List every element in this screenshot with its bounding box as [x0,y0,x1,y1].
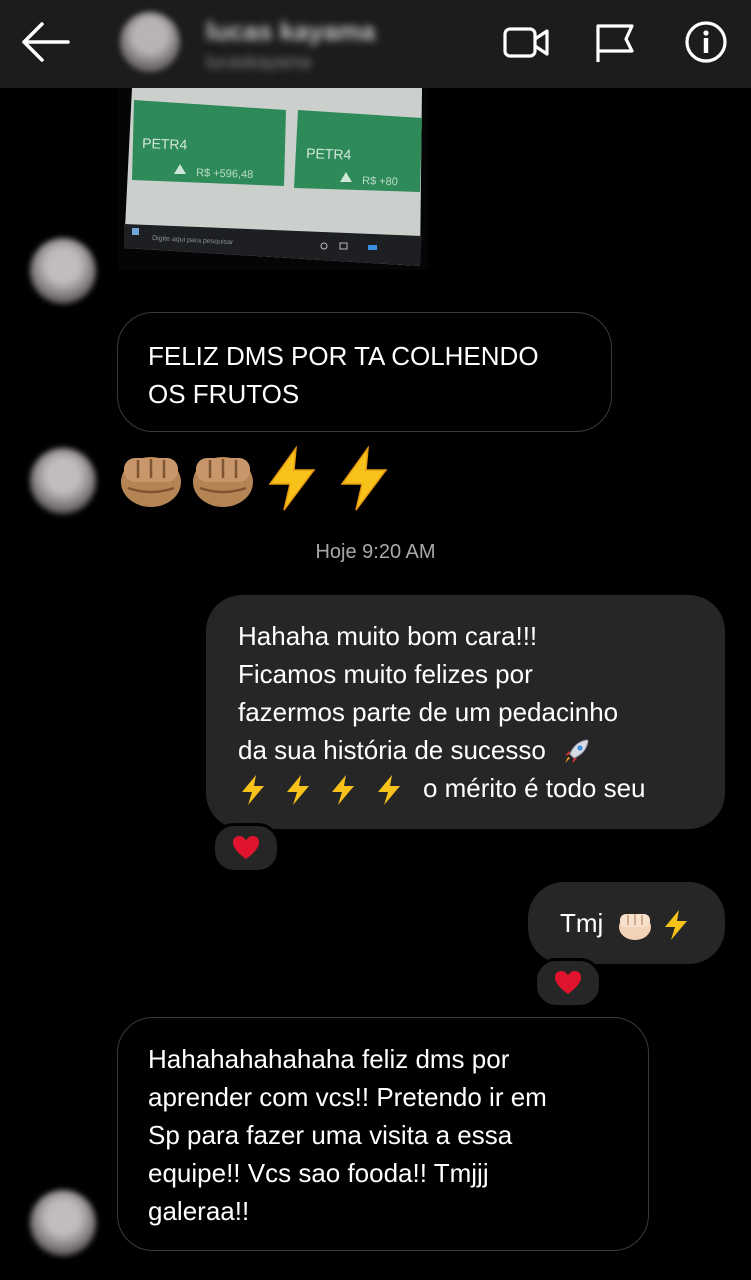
message-line: da sua história de sucesso [238,731,725,769]
message-line: equipe!! Vcs sao fooda!! Tmjjj [148,1158,489,1188]
contact-avatar[interactable] [120,12,180,72]
message-line: Sp para fazer uma visita a essa [148,1120,513,1150]
message-line: fazermos parte de um pedacinho [238,697,619,727]
heart-reaction[interactable] [534,958,602,1008]
contact-username[interactable]: lucaskayama [206,52,311,73]
contact-avatar-small[interactable] [30,1190,96,1256]
ticker-1: PETR4 [142,135,188,153]
message-line: Hahahahahahaha feliz dms por [148,1044,510,1074]
sent-message[interactable]: Hahaha muito bom cara!!! Ficamos muito f… [206,595,725,829]
lightning-emoji [332,775,355,806]
heart-icon [233,836,259,859]
message-line: FELIZ DMS POR TA COLHENDO [148,341,539,371]
emoji-message[interactable] [118,444,394,514]
contact-avatar-small[interactable] [30,238,96,304]
fist-emoji [121,457,181,507]
message-line: Hahaha muito bom cara!!! [238,621,538,651]
message-line: OS FRUTOS [148,379,300,409]
fist-emoji [193,457,253,507]
heart-reaction[interactable] [212,823,280,873]
video-call-icon[interactable] [502,20,550,64]
lightning-emoji [377,775,400,806]
value-2: R$ +80 [362,175,398,188]
fist-emoji [618,914,651,941]
value-1: R$ +596,48 [196,167,254,181]
lightning-emoji [664,910,687,941]
info-icon[interactable] [682,20,730,64]
received-message[interactable]: Hahahahahahaha feliz dms por aprender co… [117,1017,649,1251]
chat-header: lucas kayama lucaskayama [0,0,751,88]
lightning-emoji [340,446,388,511]
back-arrow-icon[interactable] [20,20,72,64]
message-text: Tmj [560,908,604,938]
contact-avatar-small[interactable] [30,448,96,514]
lightning-emoji [242,775,264,806]
message-line: o mérito é todo seu [238,769,725,807]
shared-photo[interactable]: PETR4 R$ +596,48 PETR4 R$ +80 Digite aqu… [118,88,428,270]
ticker-2: PETR4 [306,145,352,163]
lightning-emoji [268,446,316,511]
heart-icon [555,971,581,994]
contact-name[interactable]: lucas kayama [206,16,375,47]
sent-message[interactable]: Tmj [528,882,725,964]
received-message[interactable]: FELIZ DMS POR TA COLHENDO OS FRUTOS [117,312,612,432]
lightning-emoji [287,775,310,806]
message-line: Ficamos muito felizes por [238,659,533,689]
rocket-emoji [565,739,589,764]
message-line: aprender com vcs!! Pretendo ir em [148,1082,547,1112]
message-line: galeraa!! [148,1196,250,1226]
flag-icon[interactable] [592,20,640,64]
message-timestamp: Hoje 9:20 AM [315,541,436,563]
